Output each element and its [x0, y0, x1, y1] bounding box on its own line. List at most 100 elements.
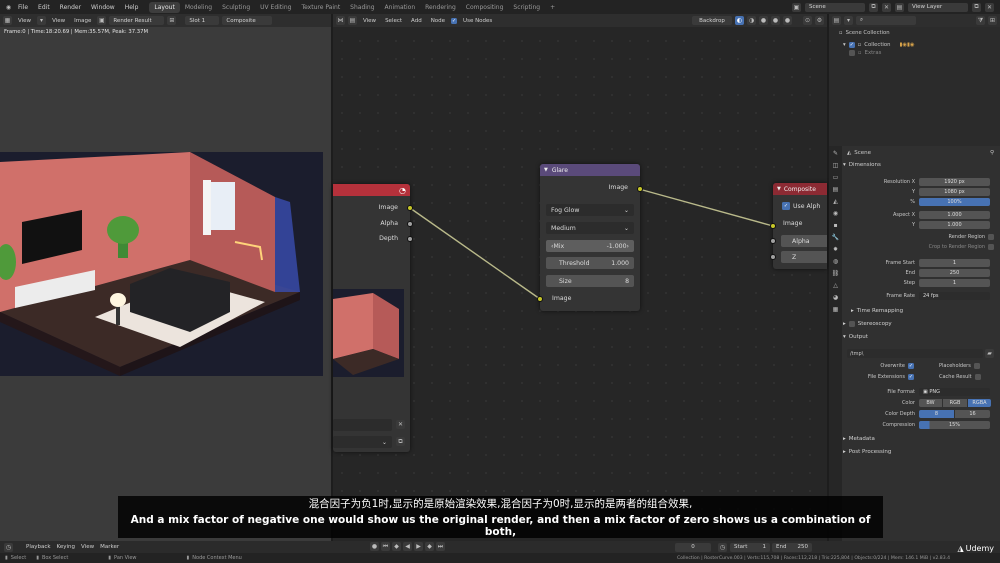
file-format-dropdown[interactable]: ▣ PNG — [919, 387, 990, 396]
color-depth-8-button[interactable]: 8 — [919, 409, 954, 418]
glare-quality-dropdown[interactable]: Medium ⌄ — [546, 222, 634, 234]
outliner-type-icon[interactable]: ▤ — [832, 16, 841, 25]
scene-selector[interactable]: Scene — [805, 2, 865, 12]
render-tab-icon[interactable]: ◫ — [833, 162, 839, 169]
output-path-input[interactable]: /tmp\ — [847, 349, 983, 358]
timeline-editor-type-icon[interactable]: ◷ — [4, 542, 13, 552]
timeline-menu-view[interactable]: View — [78, 544, 97, 550]
resolution-y-field[interactable]: 1080 px — [919, 187, 990, 196]
render-layers-image-socket[interactable] — [407, 205, 413, 211]
start-frame-field[interactable]: Start 1 — [730, 542, 770, 552]
file-extensions-checkbox[interactable]: ✓ — [908, 374, 914, 380]
tab-animation[interactable]: Animation — [380, 2, 421, 13]
glare-input-socket[interactable] — [537, 296, 543, 302]
stereoscopy-checkbox[interactable] — [848, 321, 855, 327]
tab-compositing[interactable]: Compositing — [461, 2, 509, 13]
outliner-search-input[interactable]: ⌕ — [856, 16, 916, 25]
render-region-toggle[interactable]: Render Region — [948, 234, 994, 240]
cache-result-toggle[interactable]: Cache Result — [939, 374, 981, 380]
use-alpha-checkbox[interactable]: ✓ — [782, 202, 790, 210]
end-frame-field[interactable]: End 250 — [772, 542, 812, 552]
layer-selector[interactable]: Composite — [222, 16, 273, 25]
glare-header[interactable]: ▼ Glare — [540, 164, 640, 176]
display-mode-icon[interactable]: ▾ — [844, 16, 853, 25]
composite-node[interactable]: ▼ Composite ✓ Use Alph Image Alpha Z — [770, 183, 827, 269]
play-reverse-icon[interactable]: ◀ — [403, 542, 412, 551]
tab-layout[interactable]: Layout — [149, 1, 180, 13]
render-result-image[interactable] — [0, 152, 323, 376]
composite-collapse-icon[interactable]: ▼ — [777, 186, 781, 192]
placeholders-toggle[interactable]: Placeholders — [939, 363, 980, 369]
tab-uv-editing[interactable]: UV Editing — [255, 2, 296, 13]
collection-exclude-checkbox[interactable]: ✓ — [848, 41, 855, 48]
glare-type-dropdown[interactable]: Fog Glow ⌄ — [546, 204, 634, 216]
play-icon[interactable]: ▶ — [414, 542, 423, 551]
preview-range-icon[interactable]: ◷ — [718, 542, 727, 552]
crop-region-toggle[interactable]: Crop to Render Region — [929, 244, 994, 250]
output-panel-header[interactable]: ▾ Output — [843, 334, 868, 340]
outliner-scene-collection[interactable]: ▫ Scene Collection — [839, 30, 890, 36]
folder-icon[interactable]: ▰ — [985, 349, 994, 358]
timeline-menu-marker[interactable]: Marker — [97, 544, 122, 550]
overwrite-toggle[interactable]: Overwrite ✓ — [859, 363, 914, 369]
dimensions-panel-header[interactable]: ▾ Dimensions — [843, 162, 881, 168]
extras-exclude-checkbox[interactable] — [849, 50, 855, 56]
cache-result-checkbox[interactable] — [974, 374, 981, 380]
frame-rate-dropdown[interactable]: 24 fps — [919, 291, 990, 300]
layer-field[interactable]: ⌄ — [333, 436, 392, 448]
aspect-y-field[interactable]: 1.000 — [919, 220, 990, 229]
scene-field[interactable] — [333, 419, 392, 431]
new-view-layer-icon[interactable]: ⧉ — [972, 2, 981, 12]
new-collection-icon[interactable]: ⊞ — [988, 16, 997, 25]
metadata-header[interactable]: ▸ Metadata — [843, 436, 875, 442]
particles-tab-icon[interactable]: ✸ — [833, 246, 838, 253]
scene-clear-icon[interactable]: ✕ — [396, 420, 405, 429]
timeline-menu-keying[interactable]: Keying — [54, 544, 78, 550]
composite-image-socket[interactable] — [770, 223, 776, 229]
composite-alpha-field[interactable]: Alpha — [781, 235, 827, 247]
texture-tab-icon[interactable]: ▦ — [833, 306, 839, 313]
render-layers-depth-socket[interactable] — [407, 236, 413, 242]
modifier-tab-icon[interactable]: 🔧 — [832, 234, 839, 241]
menu-file[interactable]: File — [13, 4, 33, 11]
compression-slider[interactable]: 15% — [919, 420, 990, 429]
blender-logo-icon[interactable]: ◉ — [4, 3, 13, 12]
frame-end-field[interactable]: 250 — [919, 268, 990, 277]
increment-arrow-icon[interactable]: › — [627, 243, 629, 250]
tab-shading[interactable]: Shading — [345, 2, 379, 13]
glare-output-socket[interactable] — [637, 186, 643, 192]
menu-render[interactable]: Render — [55, 4, 86, 11]
color-rgba-button[interactable]: RGBA — [968, 398, 991, 407]
pin-properties-icon[interactable]: ⚲ — [990, 150, 1000, 156]
add-workspace-button[interactable]: + — [545, 2, 560, 13]
menu-edit[interactable]: Edit — [33, 4, 55, 11]
glare-size-field[interactable]: Size 8 — [546, 275, 634, 287]
tool-tab-icon[interactable]: ✎ — [833, 150, 838, 157]
image-name-field[interactable]: Render Result — [109, 16, 165, 25]
slot-selector[interactable]: Slot 1 — [185, 16, 220, 25]
color-depth-16-button[interactable]: 16 — [955, 409, 990, 418]
view-mode-icon[interactable]: ▾ — [37, 16, 47, 25]
timeline-menu-playback[interactable]: Playback — [23, 544, 54, 550]
expand-arrow-icon[interactable]: ▾ — [843, 42, 846, 48]
render-layers-header[interactable]: ◔ — [333, 184, 410, 196]
crop-region-checkbox[interactable] — [988, 244, 994, 250]
composite-z-socket[interactable] — [770, 254, 776, 260]
menu-help[interactable]: Help — [120, 4, 144, 11]
render-icon[interactable]: ⧉ — [396, 437, 405, 446]
file-extensions-toggle[interactable]: File Extensions ✓ — [859, 374, 914, 380]
view-layer-selector[interactable]: View Layer — [908, 2, 968, 12]
placeholders-checkbox[interactable] — [973, 363, 980, 369]
outliner-extras-row[interactable]: ▫ Extras — [849, 50, 881, 56]
composite-header[interactable]: ▼ Composite — [773, 183, 827, 195]
glare-threshold-field[interactable]: Threshold 1.000 — [546, 257, 634, 269]
tab-texture-paint[interactable]: Texture Paint — [296, 2, 345, 13]
frame-step-field[interactable]: 1 — [919, 278, 990, 287]
pin-icon[interactable]: ⊞ — [167, 16, 177, 25]
tab-scripting[interactable]: Scripting — [508, 2, 545, 13]
image-menu-view-2[interactable]: View — [49, 18, 68, 24]
glare-mix-field[interactable]: ‹ Mix -1.000 › — [546, 240, 634, 252]
jump-start-icon[interactable]: ⏮ — [381, 542, 390, 551]
prev-keyframe-icon[interactable]: ◆ — [392, 542, 401, 551]
filter-icon[interactable]: ⧩ — [976, 16, 985, 25]
